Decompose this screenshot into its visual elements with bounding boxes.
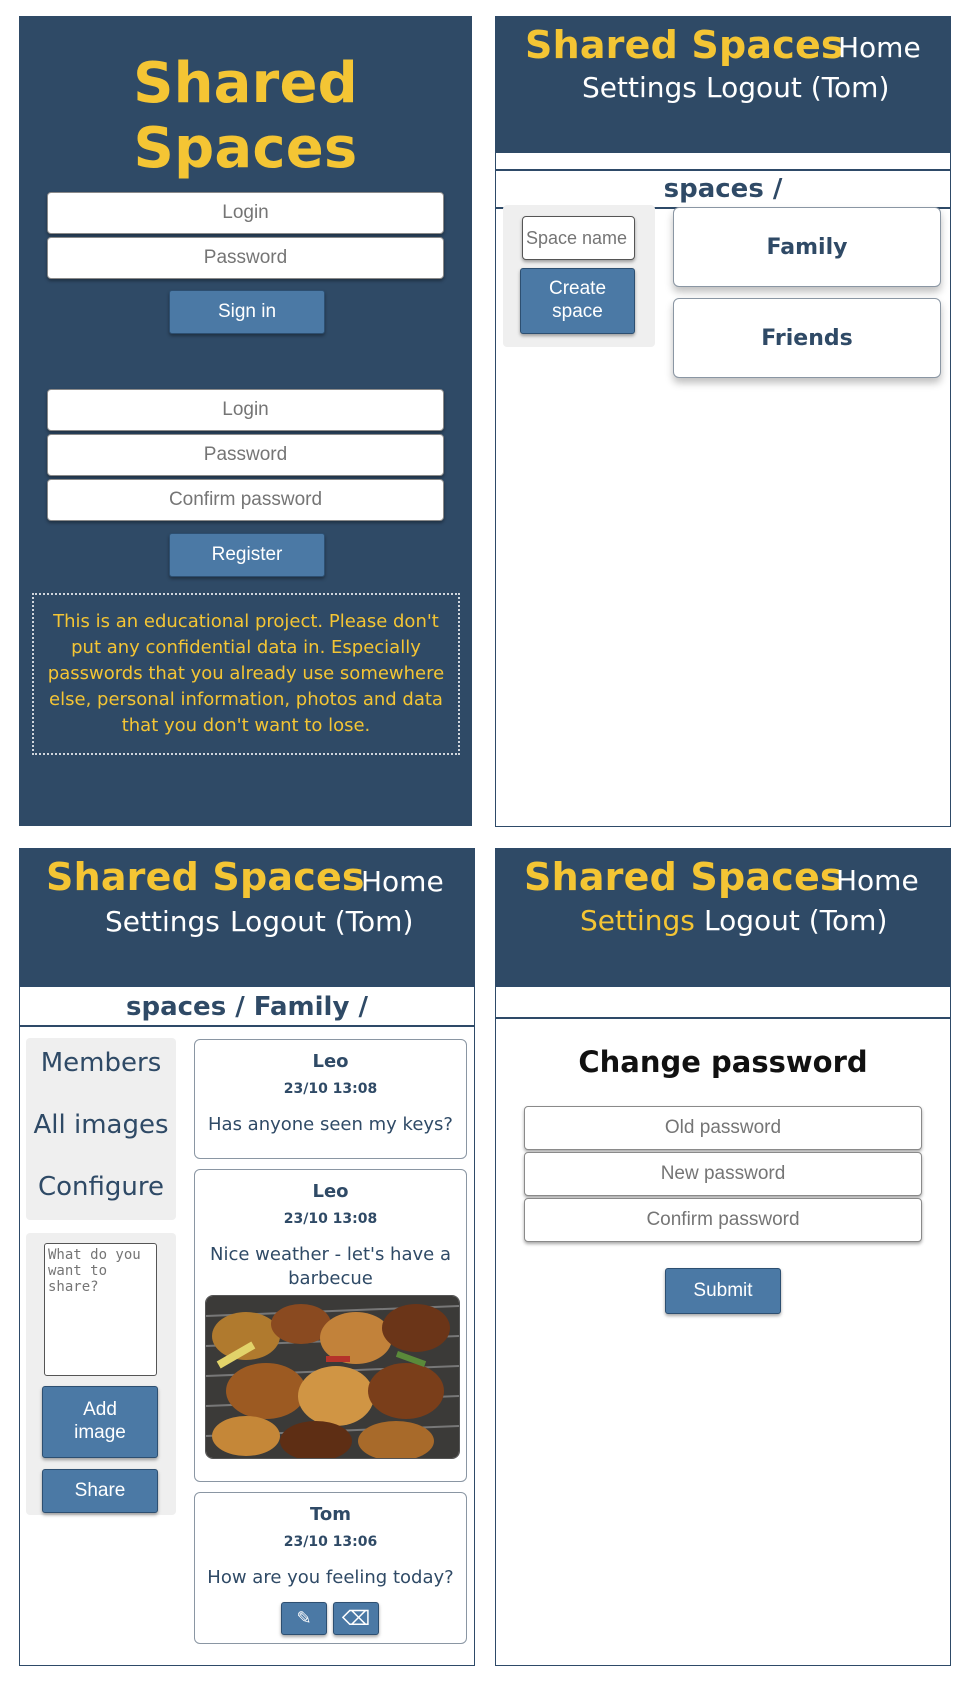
post-author: Tom [309, 1504, 351, 1525]
space-name-input[interactable] [522, 216, 635, 260]
edit-post-button[interactable]: ✎ [281, 1602, 327, 1635]
create-space-button[interactable]: Create space [520, 268, 635, 334]
sidebar-item-members[interactable]: Members [26, 1048, 176, 1078]
register-confirm-input[interactable] [47, 479, 444, 521]
nav-home-link[interactable]: Home [838, 31, 921, 64]
new-password-input[interactable] [524, 1152, 922, 1196]
post-card: Tom 23/10 13:06 How are you feeling toda… [194, 1492, 467, 1644]
page-title: Change password [578, 1045, 868, 1079]
register-password-input[interactable] [47, 434, 444, 476]
register-button[interactable]: Register [169, 533, 325, 577]
family-space-screen: Shared Spaces Home Settings Logout (Tom)… [19, 848, 475, 1666]
app-title: Shared Spaces [525, 23, 844, 67]
signin-button[interactable]: Sign in [169, 290, 325, 334]
share-box: Add image Share [26, 1233, 176, 1515]
post-author: Leo [312, 1051, 349, 1072]
breadcrumb: spaces / [496, 169, 950, 209]
create-space-box: Create space [503, 205, 655, 347]
settings-screen: Shared Spaces Home Settings Logout (Tom)… [495, 848, 951, 1666]
post-timestamp: 23/10 13:08 [283, 1081, 378, 1097]
header-bar: Shared Spaces Home Settings Logout (Tom) [496, 849, 950, 985]
pencil-icon: ✎ [296, 1607, 312, 1628]
space-card-family[interactable]: Family [673, 207, 941, 287]
post-timestamp: 23/10 13:06 [283, 1534, 378, 1550]
submit-button[interactable]: Submit [665, 1268, 781, 1314]
post-image-barbecue[interactable] [205, 1295, 460, 1459]
post-card: Leo 23/10 13:08 Nice weather - let's hav… [194, 1169, 467, 1482]
signin-password-input[interactable] [47, 237, 444, 279]
app-title: Shared Spaces [133, 51, 358, 181]
spaces-screen: Shared Spaces Home Settings Logout (Tom)… [495, 16, 951, 827]
nav-home-link[interactable]: Home [361, 865, 444, 898]
post-text: Has anyone seen my keys? [208, 1114, 453, 1135]
post-text: How are you feeling today? [207, 1567, 454, 1588]
nav-settings-link[interactable]: Settings [582, 71, 697, 104]
disclaimer-notice: This is an educational project. Please d… [32, 593, 460, 756]
nav-logout-link[interactable]: Logout (Tom) [230, 905, 413, 938]
confirm-password-input[interactable] [524, 1198, 922, 1242]
delete-icon: ⌫ [341, 1607, 371, 1630]
nav-settings-link[interactable]: Settings [580, 904, 695, 937]
login-screen: Shared Spaces Sign in Register This is a… [19, 16, 472, 826]
space-card-friends[interactable]: Friends [673, 298, 941, 378]
header-bar: Shared Spaces Home Settings Logout (Tom) [496, 17, 950, 153]
add-image-button[interactable]: Add image [42, 1386, 158, 1458]
post-author: Leo [312, 1181, 349, 1202]
app-title: Shared Spaces [524, 855, 843, 899]
old-password-input[interactable] [524, 1106, 922, 1150]
sidebar-item-all-images[interactable]: All images [26, 1110, 176, 1140]
delete-post-button[interactable]: ⌫ [333, 1602, 379, 1635]
share-textarea[interactable] [44, 1243, 157, 1376]
register-login-input[interactable] [47, 389, 444, 431]
post-text: Nice weather - let's have a barbecue [210, 1244, 451, 1290]
nav-home-link[interactable]: Home [836, 864, 919, 897]
sidebar-item-configure[interactable]: Configure [26, 1172, 176, 1202]
header-bar: Shared Spaces Home Settings Logout (Tom) [20, 849, 474, 985]
signin-login-input[interactable] [47, 192, 444, 234]
nav-logout-link[interactable]: Logout (Tom) [706, 71, 889, 104]
post-timestamp: 23/10 13:08 [283, 1211, 378, 1227]
post-card: Leo 23/10 13:08 Has anyone seen my keys? [194, 1039, 467, 1159]
breadcrumb: spaces / Family / [20, 987, 474, 1027]
app-title: Shared Spaces [46, 855, 365, 899]
grill-photo [206, 1296, 459, 1458]
nav-settings-link[interactable]: Settings [105, 905, 220, 938]
nav-logout-link[interactable]: Logout (Tom) [704, 904, 887, 937]
share-button[interactable]: Share [42, 1469, 158, 1513]
space-sidebar-menu: Members All images Configure [26, 1038, 176, 1220]
